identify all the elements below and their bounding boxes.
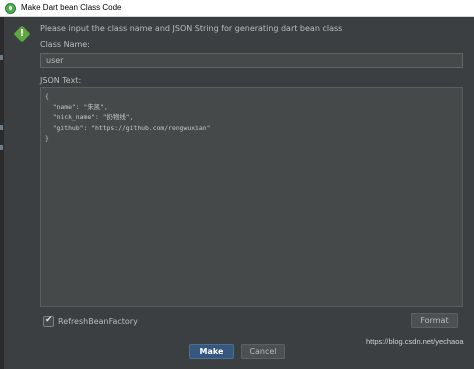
cancel-button[interactable]: Cancel [241, 344, 285, 359]
dialog-description: Please input the class name and JSON Str… [40, 24, 343, 33]
refresh-bean-factory-label: RefreshBeanFactory [58, 317, 138, 326]
window-titlebar: Make Dart bean Class Code [0, 0, 474, 17]
class-name-input[interactable]: user [40, 53, 463, 68]
window-title: Make Dart bean Class Code [21, 3, 122, 12]
json-line: "github": "https://github.com/rengwuxian… [45, 123, 211, 132]
make-button[interactable]: Make [189, 344, 234, 359]
json-text-label: JSON Text: [40, 76, 82, 85]
app-icon [5, 3, 16, 14]
make-dart-bean-dialog: ! Please input the class name and JSON S… [4, 17, 474, 369]
class-name-label: Class Name: [40, 40, 90, 49]
watermark: https://blog.csdn.net/yechaoa [366, 337, 464, 346]
json-line: { [45, 92, 49, 100]
refresh-bean-factory-checkbox[interactable]: ✔ [43, 315, 54, 327]
json-line: } [45, 134, 49, 142]
format-button[interactable]: Format [411, 313, 458, 328]
json-line: "nick_name": "扔物线", [45, 113, 134, 121]
checkmark-icon: ✔ [45, 315, 53, 325]
edge-marker [0, 55, 3, 60]
green-diamond-icon: ! [13, 25, 31, 43]
edge-marker [0, 145, 3, 150]
json-text-area[interactable]: { "name": "朱凯", "nick_name": "扔物线", "git… [40, 87, 463, 307]
edge-marker [0, 125, 3, 130]
json-line: "name": "朱凯", [45, 102, 108, 111]
